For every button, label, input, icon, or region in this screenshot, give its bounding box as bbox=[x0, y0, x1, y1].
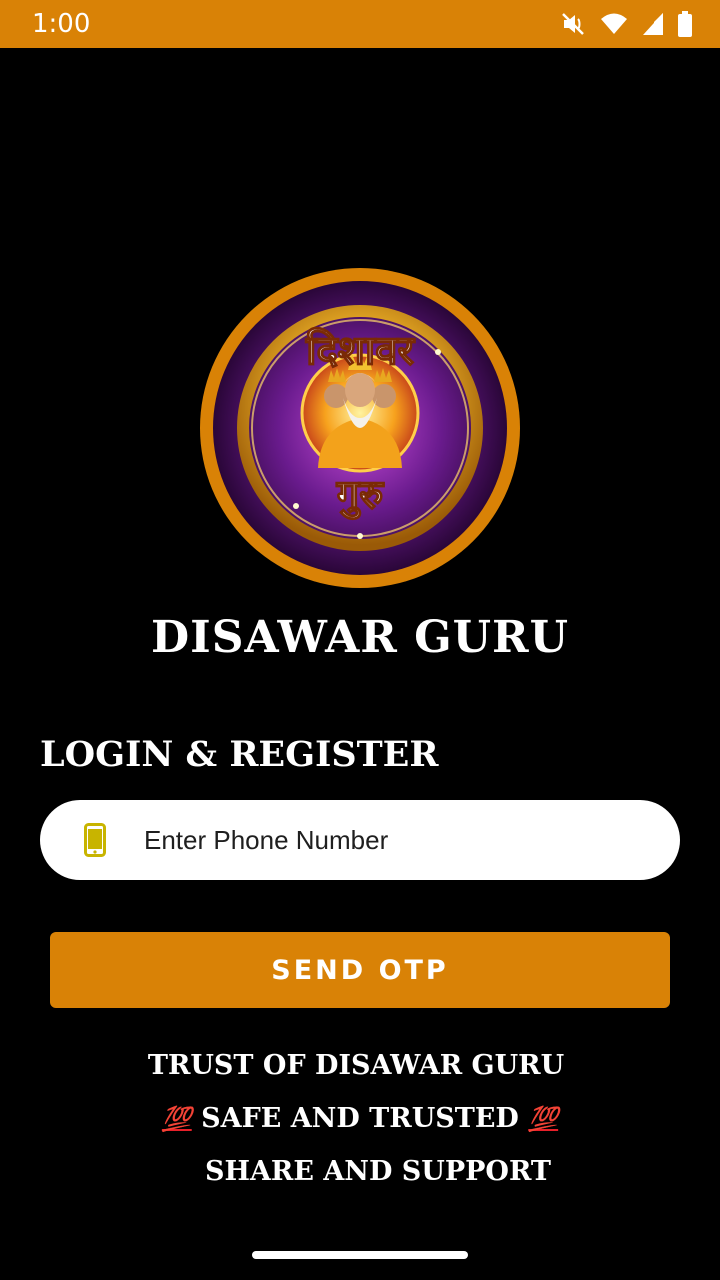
login-register-heading: LOGIN & REGISTER bbox=[40, 734, 439, 775]
footer-trust-text: TRUST OF DISAWAR GURU bbox=[147, 1050, 565, 1081]
status-time: 1:00 bbox=[32, 9, 91, 39]
phone-number-input[interactable] bbox=[142, 823, 606, 857]
status-bar: 1:00 bbox=[0, 0, 720, 48]
battery-icon bbox=[678, 11, 692, 37]
wifi-icon bbox=[601, 13, 627, 34]
phone-number-field[interactable] bbox=[40, 800, 680, 880]
app-title: DISAWAR GURU bbox=[151, 612, 569, 663]
mute-icon bbox=[562, 13, 584, 35]
hundred-icon: 💯 bbox=[161, 1105, 192, 1133]
app-logo: दिशावर गुरु bbox=[200, 268, 520, 588]
status-icons bbox=[560, 11, 692, 37]
signal-icon bbox=[643, 13, 663, 35]
logo-top-text: दिशावर bbox=[305, 327, 415, 374]
footer-safe-label: SAFE AND TRUSTED bbox=[201, 1103, 519, 1134]
footer-safe-text: 💯 SAFE AND TRUSTED 💯 bbox=[0, 1103, 720, 1134]
logo-bottom-text: गुरु bbox=[336, 472, 385, 520]
hundred-icon: 💯 bbox=[528, 1105, 559, 1133]
footer-share-text: SHARE AND SUPPORT bbox=[204, 1156, 552, 1187]
home-indicator[interactable] bbox=[252, 1251, 468, 1259]
send-otp-button[interactable]: SEND OTP bbox=[50, 932, 670, 1008]
mobile-phone-icon bbox=[84, 823, 106, 857]
